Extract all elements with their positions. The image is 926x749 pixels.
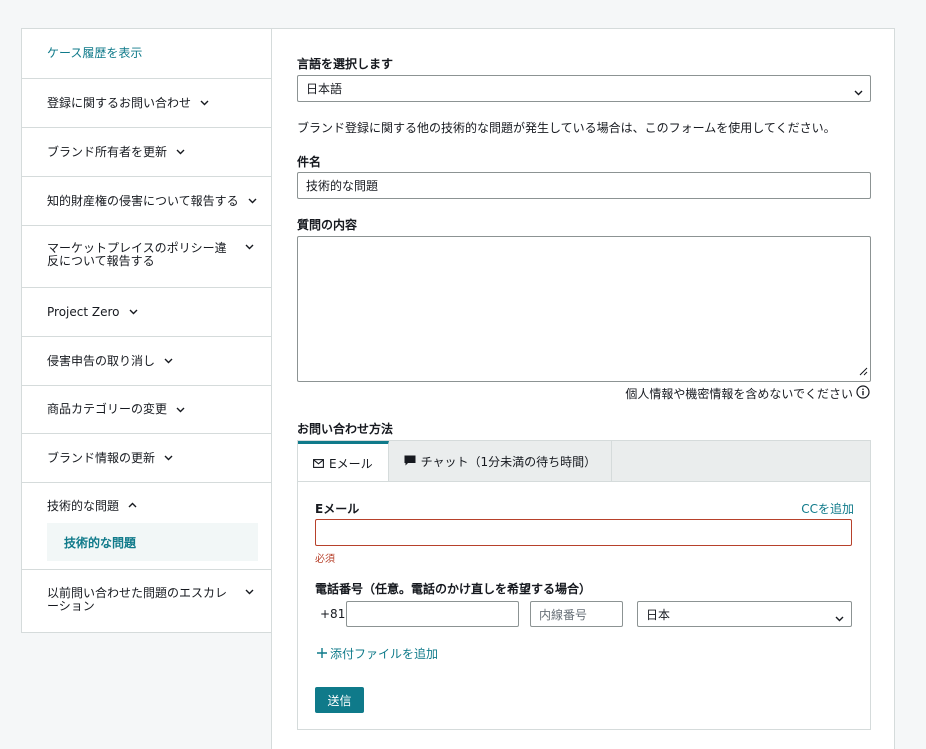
sidebar-item-retract-claim[interactable]: 侵害申告の取り消し [22, 337, 271, 386]
subject-value: 技術的な問題 [306, 179, 379, 193]
sidebar-item-label: 登録に関するお問い合わせ [47, 95, 192, 110]
subject-input[interactable]: 技術的な問題 [297, 172, 871, 199]
chevron-down-icon [176, 149, 185, 155]
sidebar-item-label: Project Zero [47, 304, 120, 319]
contact-form: 言語を選択します 日本語 ブランド登録に関する他の技術的な問題が発生している場合… [271, 28, 895, 749]
extension-placeholder: 内線番号 [539, 607, 588, 622]
privacy-text: 個人情報や機密情報を含めないでください [625, 387, 853, 401]
phone-label: 電話番号（任意。電話のかけ直しを希望する場合） [315, 582, 592, 596]
privacy-note: 個人情報や機密情報を含めないでください [625, 385, 870, 402]
info-icon[interactable] [856, 385, 870, 402]
email-panel: Eメール CCを追加 必須 電話番号（任意。電話のかけ直しを希望する場合） +8… [297, 481, 871, 730]
chevron-down-icon [164, 358, 173, 364]
subject-label: 件名 [297, 155, 322, 169]
tab-label: チャット（1分未満の待ち時間） [420, 455, 597, 469]
language-label: 言語を選択します [297, 57, 394, 71]
form-description: ブランド登録に関する他の技術的な問題が発生している場合は、このフォームを使用して… [297, 121, 836, 135]
language-select[interactable]: 日本語 [297, 75, 871, 102]
sidebar-subitem-technical[interactable]: 技術的な問題 [47, 523, 258, 561]
sidebar-item-label: ブランド情報の更新 [47, 450, 156, 465]
contact-method-label: お問い合わせ方法 [297, 422, 394, 436]
sidebar-item-category-change[interactable]: 商品カテゴリーの変更 [22, 386, 271, 434]
sidebar-item-brand-owner[interactable]: ブランド所有者を更新 [22, 128, 271, 177]
country-code: +81 [320, 607, 346, 621]
resize-handle-icon[interactable] [858, 365, 868, 379]
sidebar-item-policy-violation[interactable]: マーケットプレイスのポリシー違反について報告する [22, 226, 271, 288]
send-button[interactable]: 送信 [315, 687, 364, 713]
sidebar-item-label: ケース履歴を表示 [47, 46, 143, 60]
sidebar-item-registration[interactable]: 登録に関するお問い合わせ [22, 79, 271, 128]
chevron-up-icon [128, 502, 137, 508]
chevron-down-icon [245, 589, 254, 595]
chevron-down-icon [835, 611, 844, 625]
email-input[interactable] [315, 519, 852, 546]
chevron-down-icon [200, 100, 209, 106]
sidebar-item-label: マーケットプレイスのポリシー違反について報告する [47, 241, 227, 268]
country-value: 日本 [646, 607, 671, 622]
plus-icon [317, 647, 327, 661]
extension-input[interactable]: 内線番号 [530, 601, 623, 627]
country-select[interactable]: 日本 [637, 601, 852, 627]
phone-input[interactable] [346, 601, 519, 627]
chevron-down-icon [248, 198, 257, 204]
sidebar: ケース履歴を表示 登録に関するお問い合わせ ブランド所有者を更新 知的財産権の侵… [21, 28, 271, 633]
chat-icon [404, 455, 416, 469]
chevron-down-icon [164, 455, 173, 461]
sidebar-item-label: 技術的な問題 [47, 499, 120, 513]
chevron-down-icon [129, 309, 138, 315]
sidebar-item-brand-info[interactable]: ブランド情報の更新 [22, 434, 271, 483]
add-cc-link[interactable]: CCを追加 [801, 500, 854, 517]
chevron-down-icon [854, 85, 863, 99]
tab-chat[interactable]: チャット（1分未満の待ち時間） [389, 441, 613, 482]
sidebar-item-label: 商品カテゴリーの変更 [47, 402, 168, 416]
question-label: 質問の内容 [297, 218, 358, 232]
tab-email[interactable]: Eメール [298, 441, 389, 483]
mail-icon [313, 457, 324, 471]
sidebar-item-label: 知的財産権の侵害について報告する [47, 193, 239, 208]
question-textarea[interactable] [297, 236, 871, 382]
sidebar-item-escalation[interactable]: 以前問い合わせた問題のエスカレーション [22, 570, 271, 633]
chevron-down-icon [176, 407, 185, 413]
sidebar-item-case-history[interactable]: ケース履歴を表示 [22, 29, 271, 79]
sidebar-item-project-zero[interactable]: Project Zero [22, 288, 271, 337]
sidebar-item-ip-infringement[interactable]: 知的財産権の侵害について報告する [22, 177, 271, 226]
email-label: Eメール [315, 502, 360, 516]
contact-tabs: Eメール チャット（1分未満の待ち時間） [297, 440, 871, 483]
add-attachment-link[interactable]: 添付ファイルを追加 [317, 645, 438, 662]
sidebar-item-label: 以前問い合わせた問題のエスカレーション [47, 586, 228, 613]
attach-label: 添付ファイルを追加 [330, 647, 439, 661]
chevron-down-icon [245, 244, 254, 250]
required-error: 必須 [315, 554, 335, 565]
sidebar-item-label: 侵害申告の取り消し [47, 353, 156, 368]
sidebar-item-label: ブランド所有者を更新 [47, 144, 168, 159]
tab-label: Eメール [329, 457, 373, 471]
language-value: 日本語 [306, 82, 343, 96]
